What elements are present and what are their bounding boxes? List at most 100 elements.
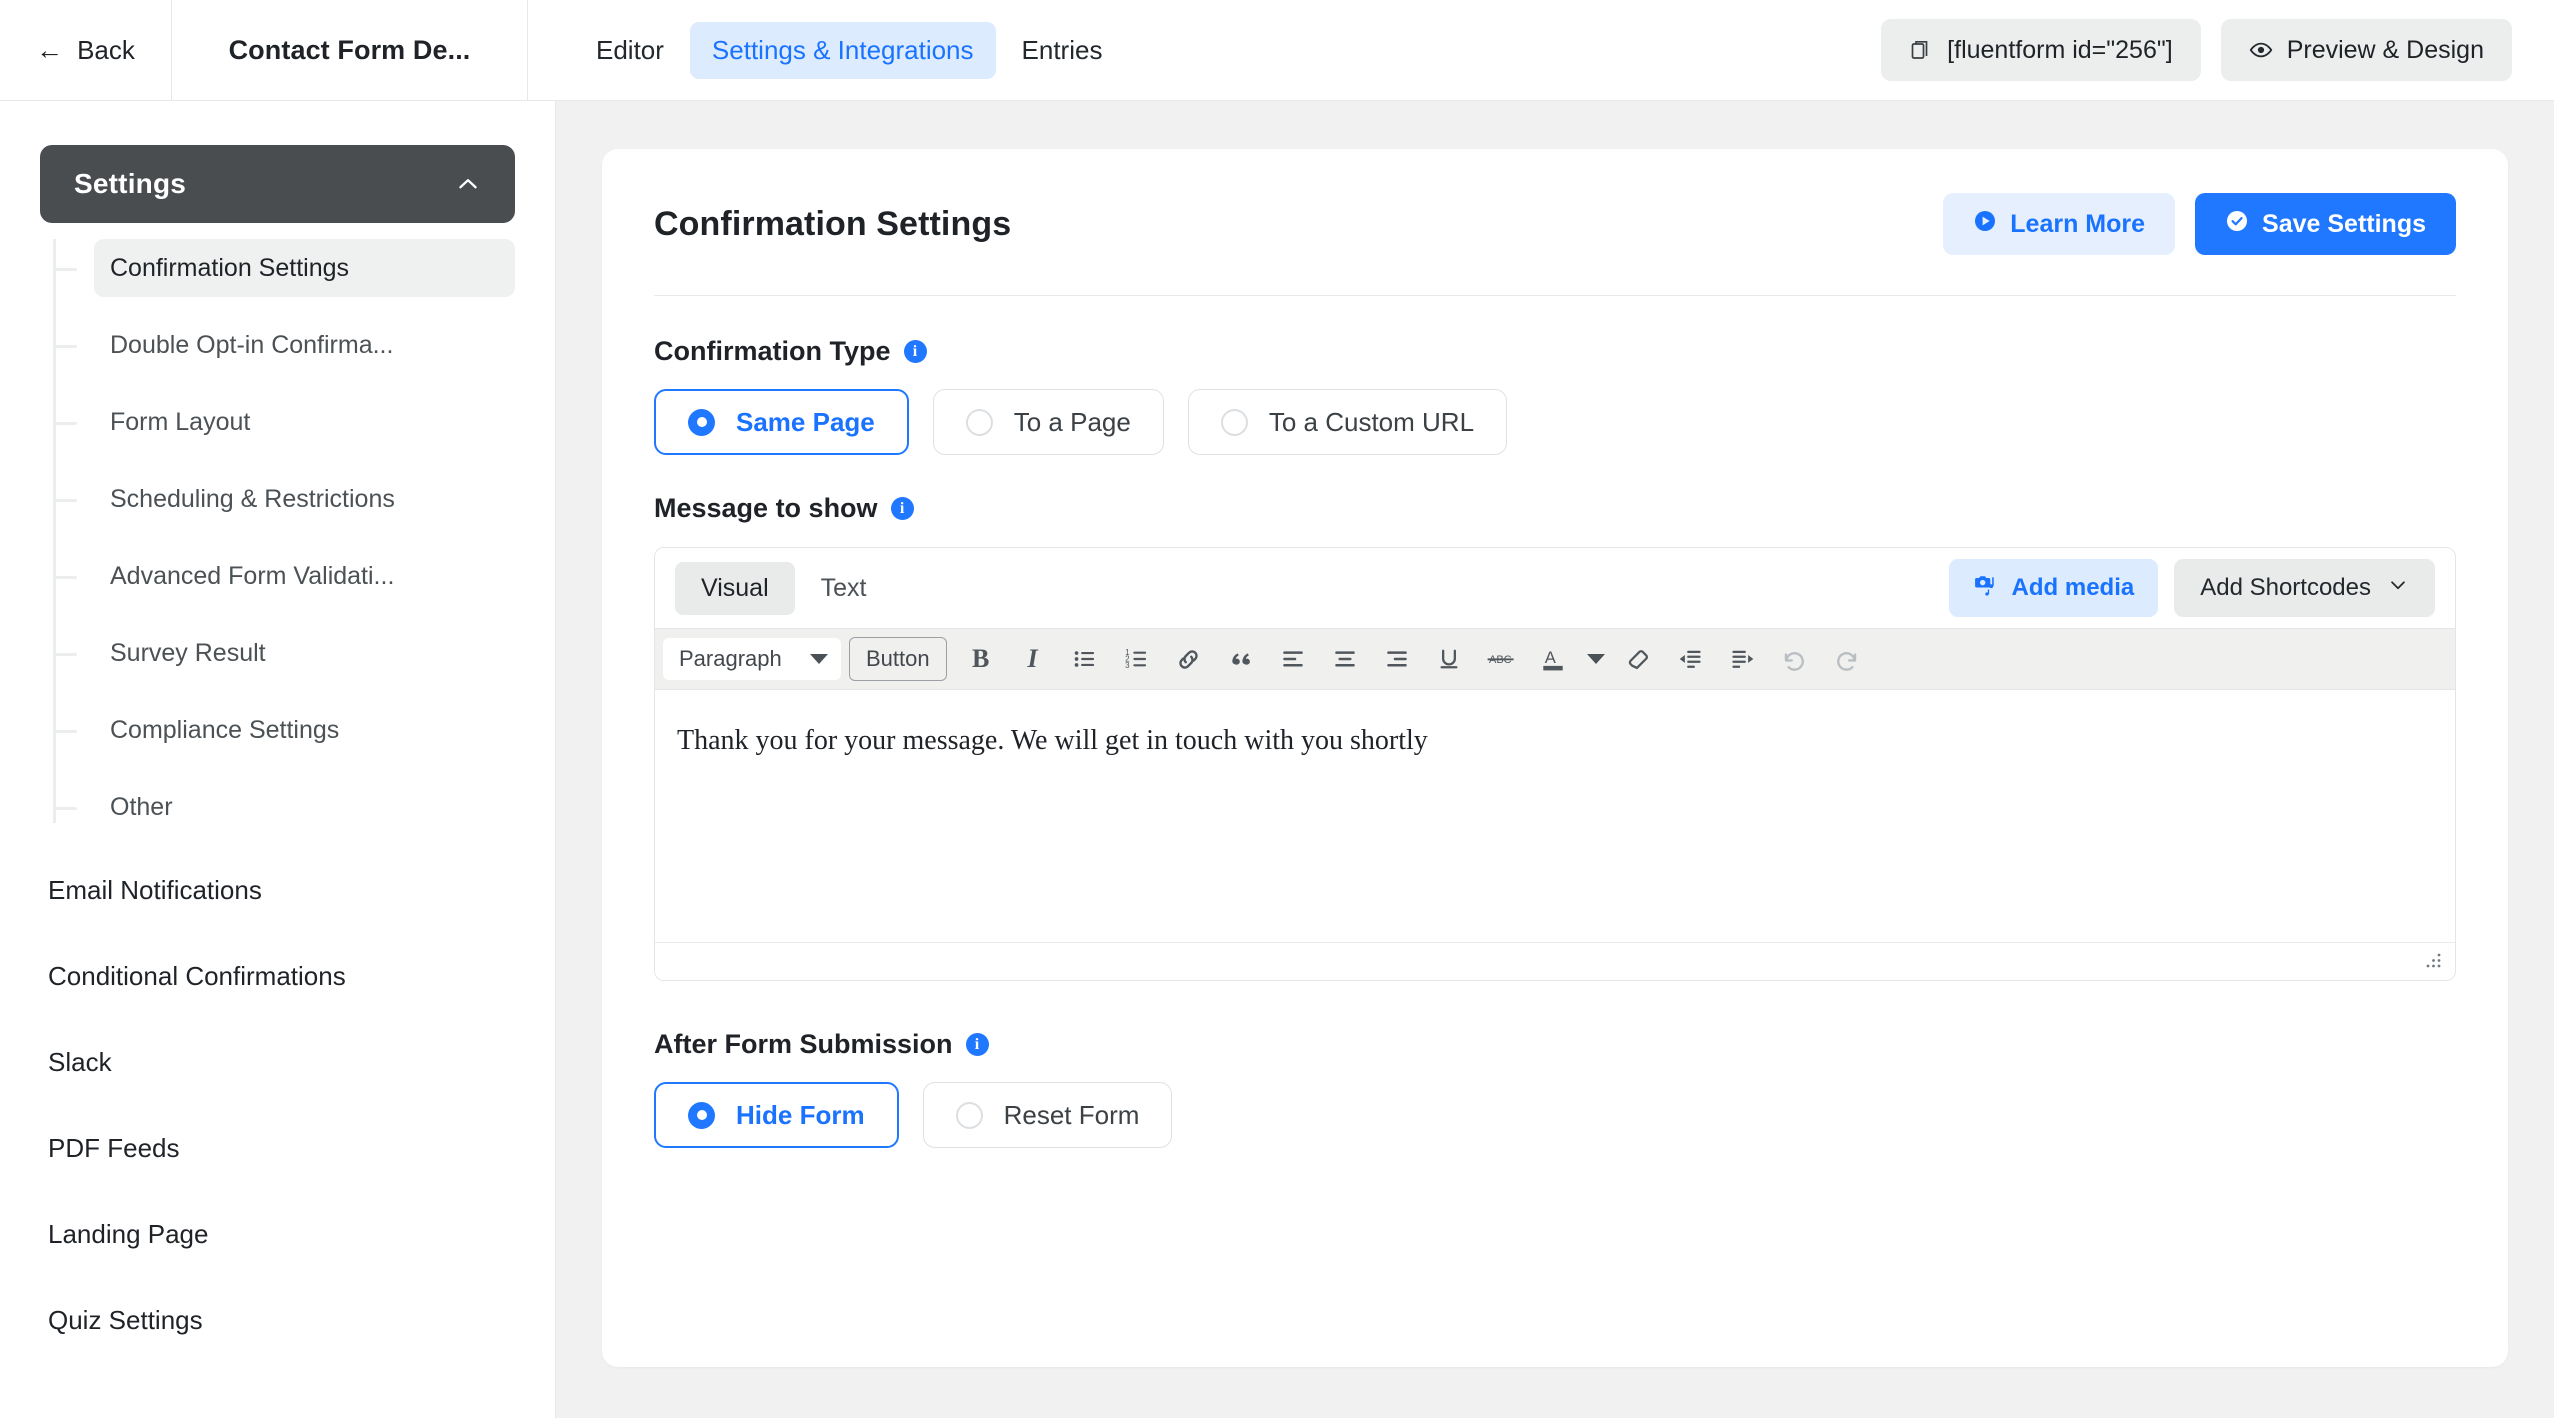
info-icon[interactable]: i [965,1033,989,1056]
align-center-icon[interactable] [1319,636,1371,682]
shortcode-label: [fluentform id="256"] [1947,35,2173,64]
tree-elbow [53,422,77,425]
shortcode-copy-button[interactable]: [fluentform id="256"] [1881,19,2201,81]
strikethrough-icon[interactable]: ABC [1475,636,1527,682]
sidebar-item-advanced-form-validation[interactable]: Advanced Form Validati... [53,547,515,605]
link-icon[interactable] [1163,636,1215,682]
button-shortcode-chip[interactable]: Button [849,637,947,681]
bold-icon[interactable]: B [955,636,1007,682]
sidebar-item-slack[interactable]: Slack [40,1030,515,1094]
radio-indicator [688,408,715,436]
tree-elbow [53,576,77,579]
radio-option-to-a-page[interactable]: To a Page [932,389,1164,455]
text-color-dropdown-icon[interactable] [1579,636,1613,682]
sidebar-item-label: Email Notifications [48,874,262,905]
sidebar-item-survey-result[interactable]: Survey Result [53,624,515,682]
tab-editor[interactable]: Editor [574,22,686,79]
align-left-icon[interactable] [1267,636,1319,682]
info-icon[interactable]: i [890,497,914,520]
sidebar-subitems: Confirmation Settings Double Opt-in Conf… [40,239,515,836]
editor-content-area[interactable]: Thank you for your message. We will get … [655,690,2455,942]
back-button[interactable]: ← Back [0,0,172,100]
add-media-button[interactable]: Add media [1948,559,2159,617]
radio-indicator [688,1101,715,1129]
confirmation-type-options: Same Page To a Page To a Custom URL [654,389,2456,455]
radio-option-label: To a Page [1013,406,1131,437]
sidebar-item-conditional-confirmations[interactable]: Conditional Confirmations [40,944,515,1008]
preview-design-button[interactable]: Preview & Design [2220,19,2512,81]
radio-indicator [1220,408,1248,436]
underline-icon[interactable] [1423,636,1475,682]
add-shortcodes-button[interactable]: Add Shortcodes [2174,559,2435,617]
outdent-icon[interactable] [1665,636,1717,682]
check-circle-icon [2225,209,2249,240]
confirmation-type-label: Confirmation Type [654,336,891,366]
settings-card: Confirmation Settings Learn More Save Se… [602,149,2508,1367]
sidebar-item-email-notifications[interactable]: Email Notifications [40,858,515,922]
tab-settings-integrations[interactable]: Settings & Integrations [689,21,996,79]
resize-grip-icon[interactable] [2421,951,2443,973]
blockquote-icon[interactable] [1215,636,1267,682]
arrow-left-icon: ← [36,34,64,65]
radio-option-label: Reset Form [1003,1099,1140,1130]
sidebar-item-confirmation-settings[interactable]: Confirmation Settings [53,239,515,297]
sidebar-item-double-optin[interactable]: Double Opt-in Confirma... [53,316,515,374]
sidebar-item-other[interactable]: Other [53,778,515,836]
sidebar-item-label: Form Layout [110,407,251,436]
radio-option-same-page[interactable]: Same Page [654,389,909,455]
clear-formatting-icon[interactable] [1613,636,1665,682]
chevron-up-icon[interactable] [455,171,481,197]
redo-icon[interactable] [1821,636,1873,682]
bulleted-list-icon[interactable] [1059,636,1111,682]
sidebar-item-form-layout[interactable]: Form Layout [53,393,515,451]
sidebar-item-label: Slack [48,1046,112,1077]
tree-trunk-line [53,239,56,823]
tree-elbow [53,730,77,733]
save-settings-label: Save Settings [2262,209,2426,238]
tab-entries[interactable]: Entries [1000,22,1125,79]
sidebar-item-label: Confirmation Settings [110,253,350,282]
info-icon[interactable]: i [903,340,927,363]
sidebar-item-label: Advanced Form Validati... [110,561,395,590]
rich-text-editor: Visual Text Add media Add Shortcodes Par… [654,547,2456,981]
sidebar-section-settings[interactable]: Settings [40,145,515,223]
sidebar-item-scheduling-restrictions[interactable]: Scheduling & Restrictions [53,470,515,528]
sidebar-item-landing-page[interactable]: Landing Page [40,1202,515,1266]
settings-sidebar: Settings Confirmation Settings Double Op… [0,101,556,1418]
numbered-list-icon[interactable]: 1 2 3 [1111,636,1163,682]
italic-icon[interactable]: I [1007,636,1059,682]
sidebar-item-pdf-feeds[interactable]: PDF Feeds [40,1116,515,1180]
learn-more-button[interactable]: Learn More [1943,193,2176,255]
caret-down-icon [810,654,828,664]
paragraph-format-select[interactable]: Paragraph [663,638,841,680]
radio-option-label: Same Page [736,406,875,437]
radio-option-to-a-custom-url[interactable]: To a Custom URL [1187,389,1508,455]
align-right-icon[interactable] [1371,636,1423,682]
radio-option-label: To a Custom URL [1268,406,1475,437]
editor-tab-text[interactable]: Text [795,562,893,615]
card-header: Confirmation Settings Learn More Save Se… [654,193,2456,255]
indent-icon[interactable] [1717,636,1769,682]
sidebar-item-compliance-settings[interactable]: Compliance Settings [53,701,515,759]
paragraph-format-value: Paragraph [679,646,782,671]
sidebar-item-label: Double Opt-in Confirma... [110,330,394,359]
sidebar-item-quiz-settings[interactable]: Quiz Settings [40,1288,515,1352]
save-settings-button[interactable]: Save Settings [2195,193,2456,255]
top-bar: ← Back Contact Form De... Editor Setting… [0,0,2554,101]
sidebar-item-label: PDF Feeds [48,1132,180,1163]
editor-tab-visual[interactable]: Visual [675,561,795,615]
svg-text:A: A [1544,648,1556,667]
add-media-label: Add media [2011,574,2135,601]
tree-elbow [53,653,77,656]
add-media-icon [1973,572,1998,604]
form-title: Contact Form De... [228,34,471,65]
message-to-show-label: Message to show [654,493,878,523]
sidebar-item-label: Conditional Confirmations [48,960,346,991]
text-color-icon[interactable]: A [1527,636,1579,682]
tree-elbow [53,268,77,271]
tree-elbow [53,345,77,348]
radio-option-reset-form[interactable]: Reset Form [922,1082,1173,1148]
undo-icon[interactable] [1769,636,1821,682]
radio-indicator [955,1101,983,1129]
radio-option-hide-form[interactable]: Hide Form [654,1082,899,1148]
